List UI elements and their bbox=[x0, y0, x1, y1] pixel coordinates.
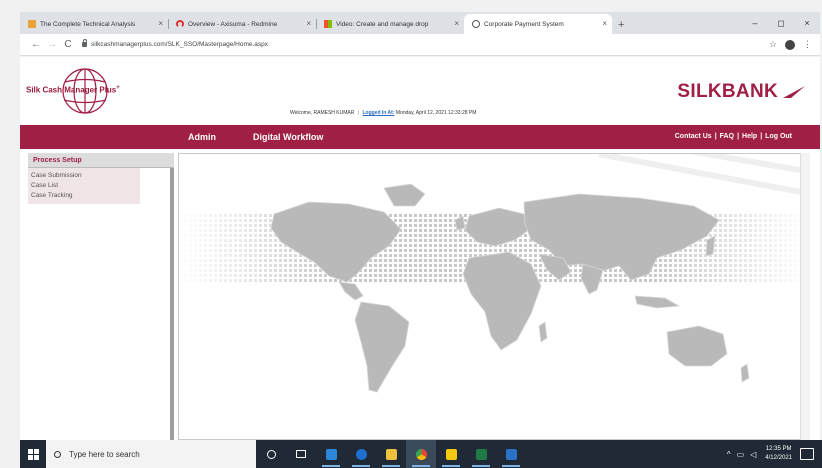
main-nav-bar: Admin Digital Workflow Contact Us | FAQ | He… bbox=[20, 125, 820, 149]
reload-button[interactable]: C bbox=[60, 39, 76, 50]
browser-tab-redmine[interactable]: Overview - Axisuma - Redmine × bbox=[168, 14, 316, 34]
sidebar-item-case-tracking[interactable]: Case Tracking bbox=[28, 191, 140, 201]
site-header: Silk Cash Manager Plus+ Welcome, RAMESH … bbox=[20, 57, 820, 125]
welcome-line: Welcome, RAMESH KUMAR | Logged In At: Mo… bbox=[290, 110, 477, 116]
start-button[interactable] bbox=[20, 440, 46, 468]
tab-title: Overview - Axisuma - Redmine bbox=[188, 20, 278, 28]
chrome-icon bbox=[415, 448, 427, 460]
help-link[interactable]: Help bbox=[742, 133, 757, 140]
page-scrollbar[interactable] bbox=[800, 153, 810, 440]
process-setup-submenu: Case Submission Case List Case Tracking bbox=[28, 168, 140, 204]
nav-digital-workflow[interactable]: Digital Workflow bbox=[253, 125, 323, 149]
sidebar-item-case-submission[interactable]: Case Submission bbox=[28, 171, 140, 181]
welcome-user: Welcome, RAMESH KUMAR bbox=[290, 110, 355, 116]
nav-admin[interactable]: Admin bbox=[188, 125, 216, 149]
cortana-button[interactable] bbox=[256, 440, 286, 468]
search-placeholder: Type here to search bbox=[69, 449, 140, 459]
taskbar-search[interactable]: Type here to search bbox=[46, 440, 256, 468]
globe-icon bbox=[472, 20, 480, 28]
taskbar-clock[interactable]: 12:35 PM 4/12/2021 bbox=[765, 445, 792, 463]
tab-close-icon[interactable]: × bbox=[306, 19, 311, 28]
left-sidebar: Process Setup Case Submission Case List … bbox=[28, 153, 174, 440]
windows-taskbar: Type here to search ^ ▭ ◁ 12:35 PM 4/12/… bbox=[20, 440, 822, 468]
page-viewport: Silk Cash Manager Plus+ Welcome, RAMESH … bbox=[20, 57, 820, 440]
taskbar-app-outlook[interactable] bbox=[496, 440, 526, 468]
brand-name: Silk Cash Manager Plus+ bbox=[26, 85, 120, 95]
minimize-button[interactable]: – bbox=[742, 12, 768, 34]
tab-close-icon[interactable]: × bbox=[454, 19, 459, 28]
pricepoint-icon bbox=[28, 20, 36, 28]
browser-tab-video[interactable]: Video: Create and manage drop × bbox=[316, 14, 464, 34]
taskbar-app-edge[interactable] bbox=[346, 440, 376, 468]
task-view-button[interactable] bbox=[286, 440, 316, 468]
logout-link[interactable]: Log Out bbox=[765, 133, 792, 140]
tab-title: The Complete Technical Analysis bbox=[40, 20, 136, 28]
browser-menu-icon[interactable]: ⋮ bbox=[803, 39, 812, 50]
maximize-button[interactable]: ◻ bbox=[768, 12, 794, 34]
windows-logo-icon bbox=[27, 448, 39, 460]
faq-link[interactable]: FAQ bbox=[720, 133, 734, 140]
outlook-icon bbox=[505, 448, 517, 460]
window-controls: – ◻ × bbox=[742, 12, 820, 34]
task-view-icon bbox=[296, 450, 306, 458]
cortana-icon bbox=[266, 449, 276, 459]
tab-close-icon[interactable]: × bbox=[158, 19, 163, 28]
world-map-background bbox=[179, 154, 809, 393]
search-icon bbox=[54, 450, 61, 458]
clock-date: 4/12/2021 bbox=[765, 455, 792, 461]
clock-time: 12:35 PM bbox=[765, 446, 792, 452]
redmine-arc-icon bbox=[176, 20, 184, 28]
logged-in-time: Monday, April 12, 2021 12:33:28 PM bbox=[395, 110, 477, 116]
taskbar-app-sticky[interactable] bbox=[436, 440, 466, 468]
utility-links: Contact Us | FAQ | Help | Log Out bbox=[674, 133, 792, 140]
taskbar-app-excel[interactable] bbox=[466, 440, 496, 468]
silkbank-logo: SILKBANK bbox=[677, 81, 806, 103]
lock-icon bbox=[82, 39, 87, 47]
store-icon bbox=[325, 448, 337, 460]
continents bbox=[270, 183, 750, 393]
browser-toolbar: ← → C silkcashmanagerplus.com/SLK_SSO/Ma… bbox=[20, 34, 820, 56]
close-window-button[interactable]: × bbox=[794, 12, 820, 34]
tab-close-icon[interactable]: × bbox=[602, 19, 607, 28]
url-text: silkcashmanagerplus.com/SLK_SSO/Masterpa… bbox=[91, 41, 269, 48]
process-setup-header[interactable]: Process Setup bbox=[28, 153, 174, 168]
desktop-screen: The Complete Technical Analysis × Overvi… bbox=[0, 0, 822, 468]
browser-tab-corporate-payment[interactable]: Corporate Payment System × bbox=[464, 14, 612, 34]
edge-icon bbox=[355, 448, 367, 460]
profile-avatar-icon[interactable] bbox=[785, 39, 795, 50]
volume-icon[interactable]: ◁ bbox=[750, 450, 756, 459]
notification-icon[interactable] bbox=[800, 448, 814, 460]
bookmark-star-icon[interactable]: ☆ bbox=[769, 39, 777, 50]
microsoft-icon bbox=[324, 20, 332, 28]
taskbar-app-chrome[interactable] bbox=[406, 440, 436, 468]
taskbar-app-explorer[interactable] bbox=[376, 440, 406, 468]
main-content-area bbox=[178, 153, 810, 440]
browser-tab-technical-analysis[interactable]: The Complete Technical Analysis × bbox=[20, 14, 168, 34]
sticky-notes-icon bbox=[445, 448, 457, 460]
taskbar-app-store[interactable] bbox=[316, 440, 346, 468]
logged-in-link[interactable]: Logged In At: bbox=[362, 110, 394, 116]
forward-button[interactable]: → bbox=[44, 39, 60, 50]
sidebar-item-case-list[interactable]: Case List bbox=[28, 181, 140, 191]
back-button[interactable]: ← bbox=[28, 39, 44, 50]
tray-chevron-icon[interactable]: ^ bbox=[727, 450, 731, 459]
contact-us-link[interactable]: Contact Us bbox=[675, 133, 712, 140]
new-tab-button[interactable]: + bbox=[612, 19, 630, 34]
tab-title: Video: Create and manage drop bbox=[336, 20, 429, 28]
tab-title: Corporate Payment System bbox=[484, 20, 564, 28]
browser-tab-strip: The Complete Technical Analysis × Overvi… bbox=[20, 12, 820, 34]
excel-icon bbox=[475, 448, 487, 460]
folder-icon bbox=[385, 448, 397, 460]
address-bar[interactable]: silkcashmanagerplus.com/SLK_SSO/Masterpa… bbox=[82, 37, 761, 53]
swoosh-icon bbox=[783, 86, 805, 98]
network-icon[interactable]: ▭ bbox=[737, 450, 745, 459]
system-tray: ^ ▭ ◁ 12:35 PM 4/12/2021 bbox=[724, 440, 822, 468]
